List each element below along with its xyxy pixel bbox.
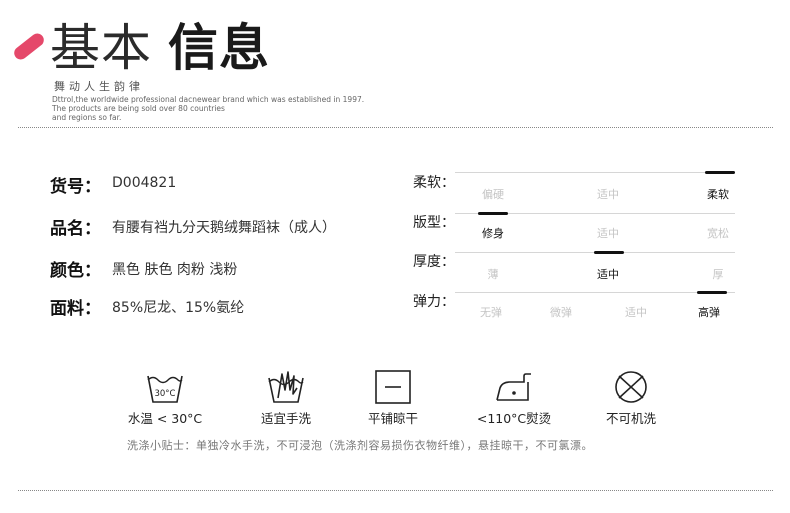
option-softness-2: 柔软 [707,188,729,201]
scale-label-softness: 柔软： [413,175,455,191]
wash-temp-icon-text: 30°C [154,389,175,399]
option-softness-0: 偏硬 [482,188,504,201]
scale-line-softness [455,172,735,173]
scale-marker-fit [478,212,508,215]
option-fit-1: 适中 [597,227,619,240]
divider-top [18,127,773,128]
accent-dash [11,30,47,63]
care-label-flat-dry: 平铺晾干 [367,411,418,426]
iron-icon [494,368,534,406]
value-item-number: D004821 [112,175,177,191]
care-label-no-machine-wash: 不可机洗 [605,411,656,426]
scale-label-thickness: 厚度： [413,254,455,270]
page-title-light: 基本 [50,19,152,77]
page-title-bold: 信息 [168,19,270,77]
care-label-hand-wash: 适宜手洗 [260,411,311,426]
washing-tip: 洗涤小贴士：单独冷水手洗，不可浸泡（洗涤剂容易损伤衣物纤维），悬挂晾干，不可氯漂… [127,439,593,452]
scale-marker-elasticity [697,291,727,294]
label-item-number: 货号： [50,177,101,197]
brand-line-2: The products are being sold over 80 coun… [52,104,225,113]
hand-wash-icon [266,368,306,406]
option-thickness-2: 厚 [712,268,724,281]
option-thickness-0: 薄 [487,268,499,281]
value-color: 黑色 肤色 肉粉 浅粉 [112,262,238,278]
option-elasticity-2: 适中 [625,306,647,319]
scale-label-elasticity: 弹力： [413,294,455,310]
care-label-iron: <110°C熨烫 [476,411,552,426]
label-color: 颜色： [50,261,101,281]
scale-label-fit: 版型： [413,215,455,231]
scale-marker-softness [705,171,735,174]
value-fabric: 85%尼龙、15%氨纶 [112,300,245,316]
divider-bottom [18,490,773,491]
label-fabric: 面料： [50,299,101,319]
option-fit-0: 修身 [482,227,504,240]
option-elasticity-1: 微弹 [550,306,572,319]
option-thickness-1: 适中 [597,268,619,281]
option-elasticity-0: 无弹 [480,306,502,319]
brand-line-1: Dttrol,the worldwide professional dacnew… [52,95,365,104]
no-machine-wash-icon [611,368,651,406]
brand-line-3: and regions so far. [52,113,122,122]
option-fit-2: 宽松 [707,227,729,240]
subtitle: 舞动人生韵律 [54,80,144,93]
wash-basin-icon: 30°C [145,368,185,406]
value-product-name: 有腰有裆九分天鹅绒舞蹈袜（成人） [112,220,336,236]
option-elasticity-3: 高弹 [698,306,720,319]
scale-marker-thickness [594,251,624,254]
scale-line-elasticity [455,292,735,293]
option-softness-1: 适中 [597,188,619,201]
flat-dry-icon [373,368,413,406]
label-product-name: 品名： [50,219,101,239]
brand-description: Dttrol,the worldwide professional dacnew… [52,95,412,122]
care-label-water-temp: 水温 < 30°C [127,411,203,426]
